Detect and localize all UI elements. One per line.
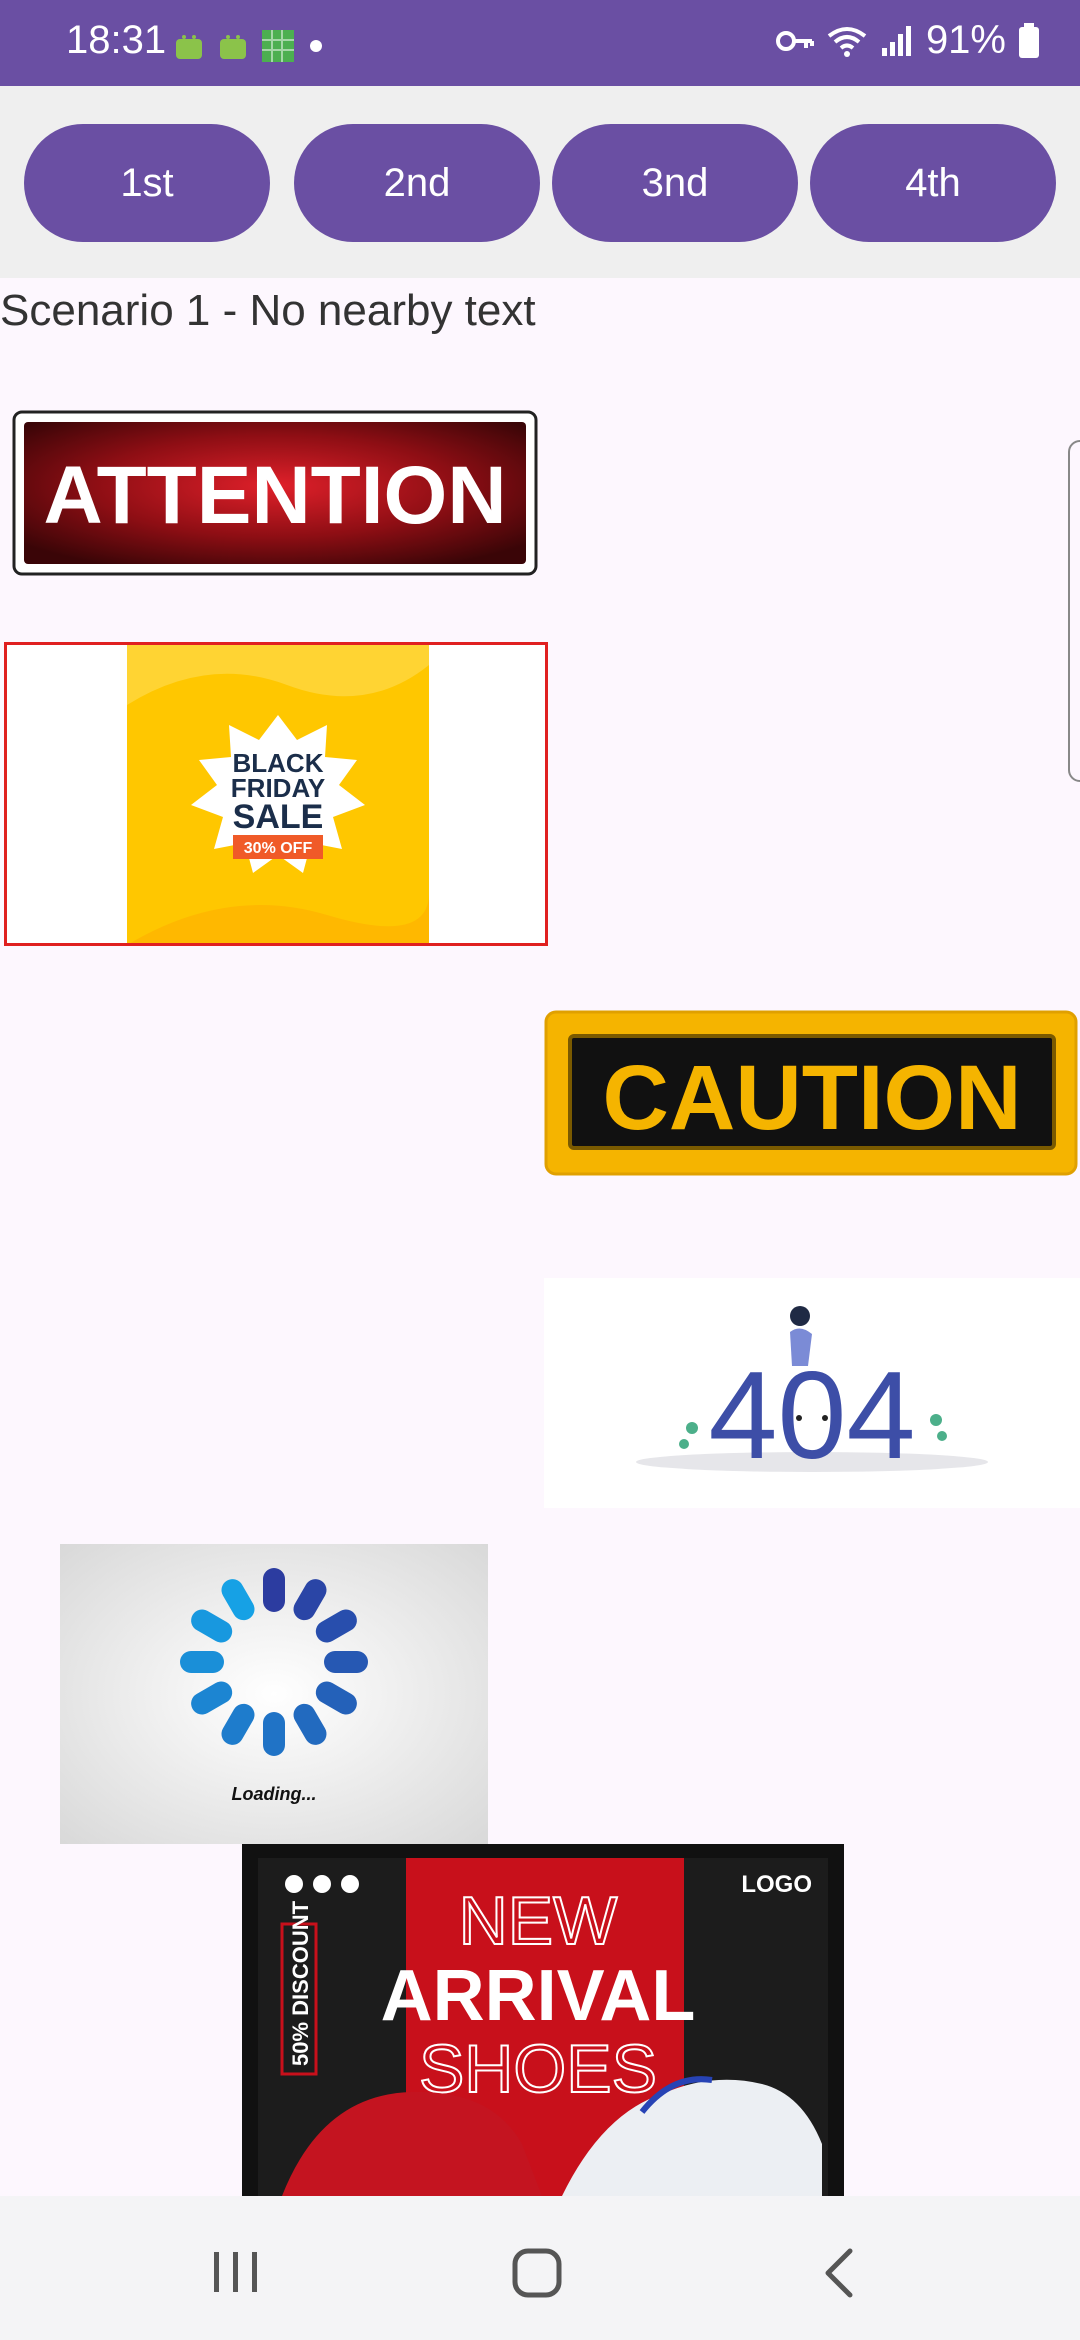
shoes-line1: NEW (459, 1883, 618, 1959)
recents-icon[interactable] (210, 2248, 262, 2296)
error-404-text: 404 (709, 1347, 916, 1485)
battery-icon (1019, 22, 1039, 58)
android-icon (176, 35, 202, 59)
tab-3nd-button[interactable]: 3nd (552, 124, 798, 242)
attention-text: ATTENTION (43, 450, 506, 541)
loading-image[interactable]: Loading... (60, 1544, 488, 1844)
spinner-segment (263, 1568, 285, 1612)
android-icon (220, 35, 246, 59)
spinner-segment (324, 1651, 368, 1673)
black-friday-image[interactable]: BLACK FRIDAY SALE 30% OFF (4, 642, 548, 946)
dot-icon (310, 40, 322, 52)
scroll-handle[interactable] (1068, 440, 1080, 782)
signal-icon (881, 25, 911, 56)
discount-text: 50% DISCOUNT (288, 1900, 313, 2066)
caution-text: CAUTION (602, 1047, 1021, 1149)
battery-percent: 91% (925, 18, 1006, 62)
scenario-label: Scenario 1 - No nearby text (0, 286, 536, 335)
status-bar: 18:31 91% (0, 0, 1080, 86)
caution-image[interactable]: CAUTION (544, 1010, 1078, 1176)
sheets-icon (262, 30, 294, 62)
notification-icons (172, 26, 326, 66)
shoes-line3: SHOES (419, 2031, 657, 2107)
navigation-bar (0, 2196, 1080, 2340)
home-icon[interactable] (512, 2248, 562, 2298)
attention-image[interactable]: ATTENTION (12, 410, 538, 576)
status-time: 18:31 (66, 18, 167, 62)
loading-text: Loading... (232, 1784, 317, 1804)
tab-2nd-button[interactable]: 2nd (294, 124, 540, 242)
logo-text: LOGO (741, 1871, 812, 1898)
shoes-line2: ARRIVAL (381, 1956, 696, 2036)
wifi-icon (827, 26, 867, 57)
vpn-key-icon (775, 30, 814, 51)
spinner-segment (180, 1651, 224, 1673)
tab-1st-button[interactable]: 1st (24, 124, 270, 242)
error-404-image[interactable]: 404 (544, 1278, 1080, 1508)
back-icon[interactable] (820, 2246, 860, 2300)
new-arrival-shoes-image[interactable]: LOGO 50% DISCOUNT NEW ARRIVAL SHOES (242, 1844, 844, 2196)
spinner-segment (263, 1712, 285, 1756)
system-status: 91% (774, 18, 1040, 63)
bf-line3: SALE (233, 798, 324, 836)
bf-badge: 30% OFF (244, 840, 313, 857)
tab-4th-button[interactable]: 4th (810, 124, 1056, 242)
